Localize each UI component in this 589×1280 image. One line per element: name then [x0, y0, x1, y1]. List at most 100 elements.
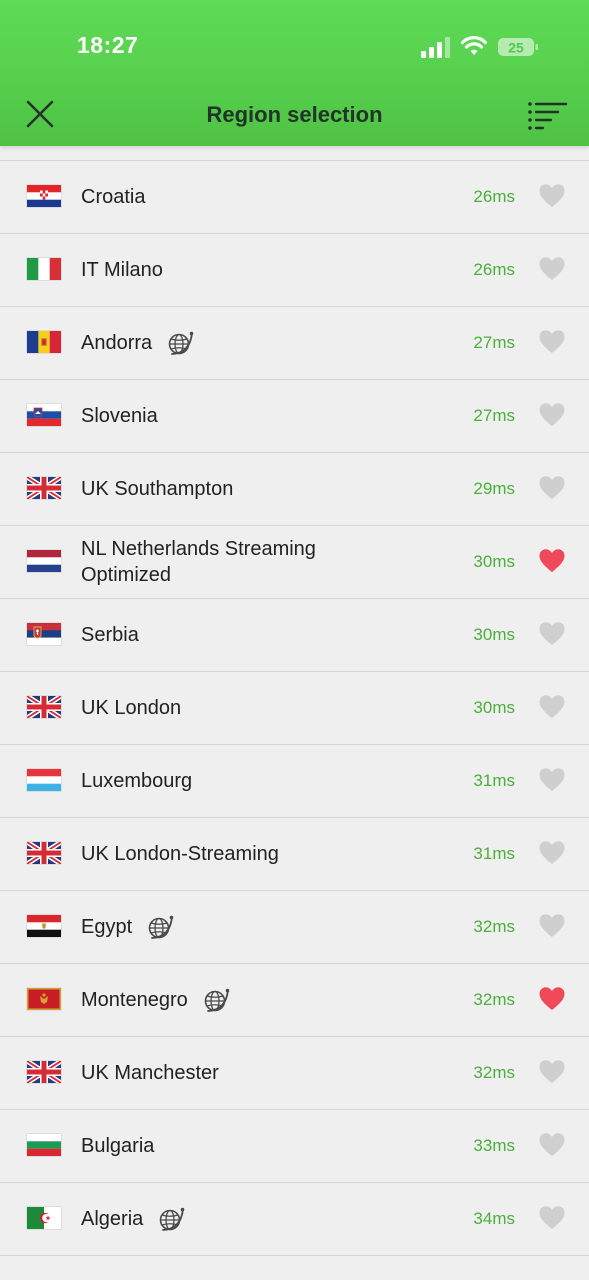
- region-ping: 30ms: [473, 698, 515, 717]
- favorite-heart-icon[interactable]: [538, 621, 566, 647]
- region-name-wrap: UK London-Streaming: [81, 818, 411, 890]
- serbia-flag-icon: [27, 623, 61, 645]
- luxembourg-flag-icon: [27, 769, 61, 791]
- bulgaria-flag-icon: [27, 1134, 61, 1156]
- favorite-heart-icon[interactable]: [538, 1132, 566, 1158]
- region-row[interactable]: UK London-Streaming 31ms: [0, 818, 589, 891]
- region-name-wrap: NL Netherlands Streaming Optimized: [81, 526, 411, 598]
- favorite-heart-icon[interactable]: [538, 694, 566, 720]
- favorite-heart-icon[interactable]: [538, 402, 566, 428]
- globe-icon: [148, 915, 174, 939]
- favorite-heart-icon[interactable]: [538, 986, 566, 1012]
- andorra-flag-icon: [27, 331, 61, 353]
- favorite-heart-icon[interactable]: [538, 475, 566, 501]
- region-row[interactable]: Luxembourg 31ms: [0, 745, 589, 818]
- globe-icon: [168, 331, 194, 355]
- page-title: Region selection: [206, 102, 383, 127]
- globe-icon: [204, 988, 230, 1012]
- region-ping: 26ms: [473, 187, 515, 206]
- region-name: Andorra: [81, 332, 153, 354]
- slovenia-flag-icon: [27, 404, 61, 426]
- region-name-wrap: UK London: [81, 672, 411, 744]
- favorite-heart-icon[interactable]: [538, 329, 566, 355]
- battery-icon: 25: [498, 38, 538, 56]
- region-name-wrap: Andorra: [81, 307, 411, 379]
- region-name-wrap: UK Southampton: [81, 453, 411, 525]
- region-row[interactable]: Slovenia 27ms: [0, 380, 589, 453]
- region-list: Croatia 26ms IT Milano 26ms Andorra 27ms Slove…: [0, 146, 589, 1256]
- region-ping: 27ms: [473, 406, 515, 425]
- algeria-flag-icon: [27, 1207, 61, 1229]
- region-name-wrap: Montenegro: [81, 964, 411, 1036]
- region-name: Serbia: [81, 624, 139, 646]
- uk-flag-icon: [27, 696, 61, 718]
- favorite-heart-icon[interactable]: [538, 1059, 566, 1085]
- region-name-wrap: Serbia: [81, 599, 411, 671]
- region-ping: 31ms: [473, 844, 515, 863]
- favorite-heart-icon[interactable]: [538, 913, 566, 939]
- region-name: UK London-Streaming: [81, 843, 279, 865]
- list-top-strip: [0, 146, 589, 161]
- region-row[interactable]: Croatia 26ms: [0, 161, 589, 234]
- favorite-heart-icon[interactable]: [538, 183, 566, 209]
- region-ping: 33ms: [473, 1136, 515, 1155]
- netherlands-flag-icon: [27, 550, 61, 572]
- region-name: UK London: [81, 697, 182, 719]
- region-row[interactable]: Andorra 27ms: [0, 307, 589, 380]
- status-time: 18:27: [77, 32, 139, 58]
- region-row[interactable]: Bulgaria 33ms: [0, 1110, 589, 1183]
- favorite-heart-icon[interactable]: [538, 1205, 566, 1231]
- region-ping: 29ms: [473, 479, 515, 498]
- region-name-wrap: Bulgaria: [81, 1110, 411, 1182]
- globe-icon: [159, 1207, 185, 1231]
- region-ping: 27ms: [473, 333, 515, 352]
- region-name-wrap: Egypt: [81, 891, 411, 963]
- region-name: Luxembourg: [81, 770, 193, 792]
- region-row[interactable]: IT Milano 26ms: [0, 234, 589, 307]
- montenegro-flag-icon: [27, 988, 61, 1010]
- uk-flag-icon: [27, 1061, 61, 1083]
- cellular-signal-icon: [421, 37, 450, 58]
- region-name: NL Netherlands Streaming Optimized: [81, 538, 316, 586]
- region-row[interactable]: Egypt 32ms: [0, 891, 589, 964]
- region-ping: 34ms: [473, 1209, 515, 1228]
- region-row[interactable]: UK London 30ms: [0, 672, 589, 745]
- region-row[interactable]: UK Manchester 32ms: [0, 1037, 589, 1110]
- uk-flag-icon: [27, 842, 61, 864]
- region-name-wrap: Algeria: [81, 1183, 411, 1255]
- croatia-flag-icon: [27, 185, 61, 207]
- region-ping: 26ms: [473, 260, 515, 279]
- region-name-wrap: Croatia: [81, 161, 411, 233]
- region-name: Algeria: [81, 1208, 144, 1230]
- wifi-icon: [460, 36, 488, 55]
- favorite-heart-icon[interactable]: [538, 548, 566, 574]
- favorite-heart-icon[interactable]: [538, 767, 566, 793]
- region-name: UK Southampton: [81, 478, 234, 500]
- region-row[interactable]: Montenegro 32ms: [0, 964, 589, 1037]
- region-row[interactable]: NL Netherlands Streaming Optimized 30ms: [0, 526, 589, 599]
- app-header: 18:27 25 Region selection: [0, 0, 589, 146]
- italy-flag-icon: [27, 258, 61, 280]
- region-name: IT Milano: [81, 259, 163, 281]
- battery-level: 25: [508, 40, 524, 56]
- region-name: Bulgaria: [81, 1135, 155, 1157]
- region-ping: 30ms: [473, 625, 515, 644]
- favorite-heart-icon[interactable]: [538, 840, 566, 866]
- region-name: Slovenia: [81, 405, 158, 427]
- region-name: UK Manchester: [81, 1062, 219, 1084]
- region-name: Croatia: [81, 186, 146, 208]
- region-ping: 32ms: [473, 917, 515, 936]
- region-row[interactable]: Serbia 30ms: [0, 599, 589, 672]
- sort-icon[interactable]: [524, 99, 568, 131]
- region-name-wrap: IT Milano: [81, 234, 411, 306]
- region-row[interactable]: UK Southampton 29ms: [0, 453, 589, 526]
- region-ping: 30ms: [473, 552, 515, 571]
- region-name: Montenegro: [81, 989, 188, 1011]
- region-ping: 32ms: [473, 1063, 515, 1082]
- region-ping: 31ms: [473, 771, 515, 790]
- region-name-wrap: Slovenia: [81, 380, 411, 452]
- region-ping: 32ms: [473, 990, 515, 1009]
- favorite-heart-icon[interactable]: [538, 256, 566, 282]
- region-row[interactable]: Algeria 34ms: [0, 1183, 589, 1256]
- region-name: Egypt: [81, 916, 133, 938]
